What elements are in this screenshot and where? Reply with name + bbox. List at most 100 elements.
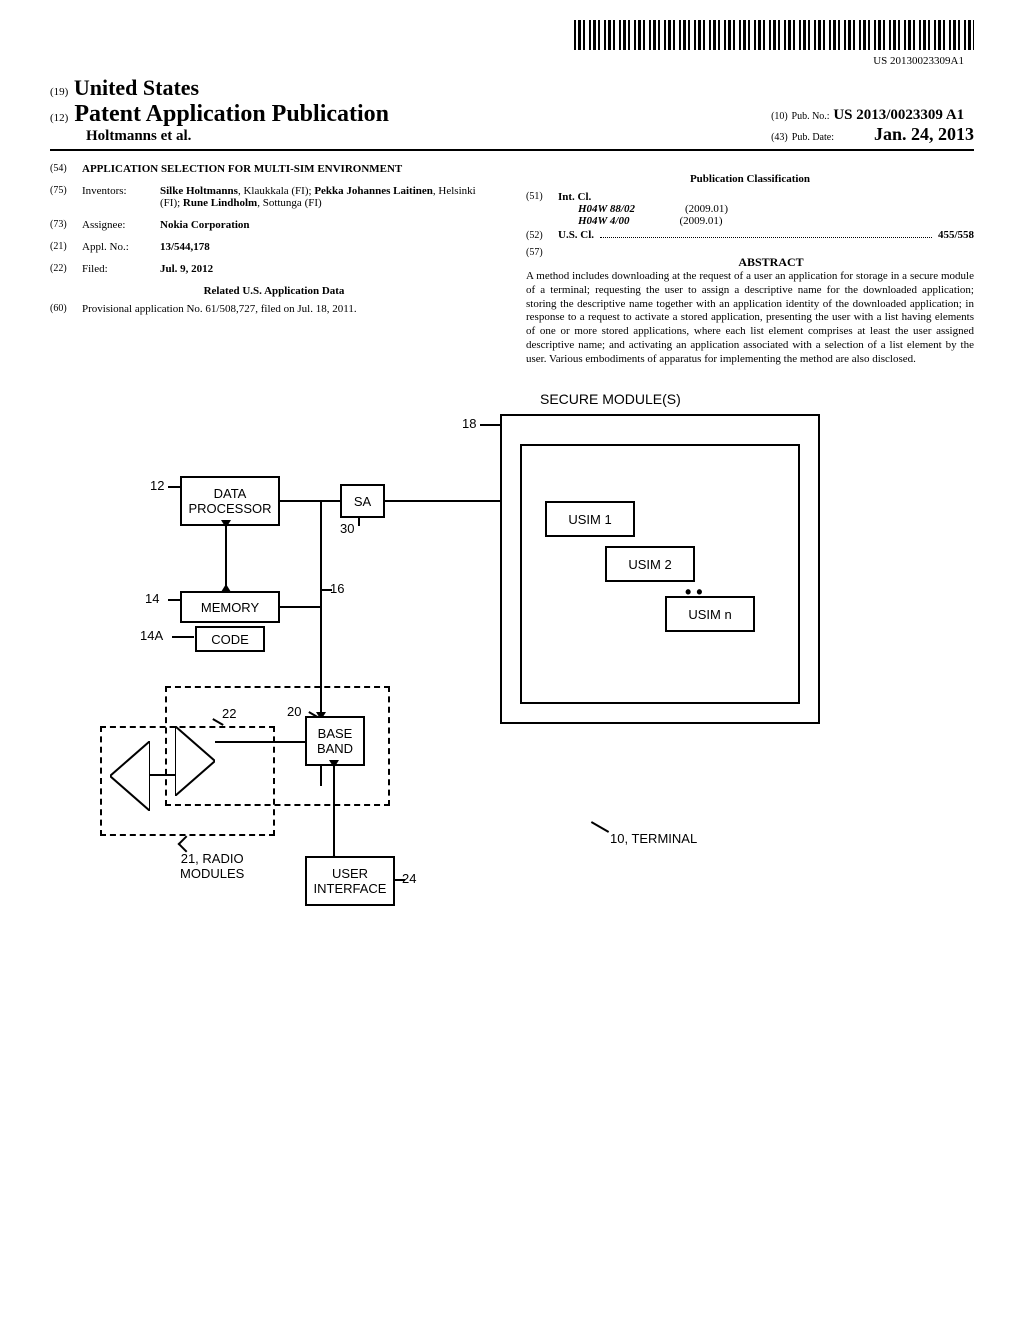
- line-sa-secure: [385, 500, 500, 502]
- country-code: (19): [50, 86, 68, 98]
- antenna-tx-icon: [175, 726, 215, 796]
- body-columns: (54) APPLICATION SELECTION FOR MULTI-SIM…: [50, 163, 974, 366]
- uscl-code: (52): [526, 230, 558, 241]
- pub-type-line: (12) Patent Application Publication: [50, 101, 389, 128]
- pubno-code: (10): [771, 111, 788, 122]
- country: United States: [74, 75, 199, 100]
- abstract-code: (57): [526, 247, 558, 270]
- usim-1-box: USIM 1: [545, 501, 635, 537]
- usim-n-box: USIM n: [665, 596, 755, 632]
- classification-table: (51) Int. Cl. H04W 88/02 (2009.01) H04W …: [526, 191, 974, 241]
- pubno-value: US 2013/0023309 A1: [833, 107, 964, 123]
- ref-12-leader: [168, 486, 180, 488]
- assignee-row: (73) Assignee: Nokia Corporation: [50, 219, 498, 231]
- intcl-1: H04W 88/02: [558, 203, 635, 215]
- intcl-2: H04W 4/00: [558, 215, 629, 227]
- barcode-text: US 20130023309A1: [50, 55, 964, 67]
- secure-module-title: SECURE MODULE(S): [540, 391, 681, 407]
- inventor-1-loc: , Klaukkala (FI);: [238, 185, 314, 197]
- title-row: (54) APPLICATION SELECTION FOR MULTI-SIM…: [50, 163, 498, 175]
- ellipsis-dots: • •: [685, 582, 703, 603]
- inventor-1-name: Silke Holtmanns: [160, 185, 238, 197]
- code-box: CODE: [195, 626, 265, 652]
- header-right: (10) Pub. No.: US 2013/0023309 A1 (43) P…: [771, 107, 974, 145]
- authors-line: Holtmanns et al.: [50, 128, 389, 145]
- applno-code: (21): [50, 241, 82, 253]
- antenna-rx-icon: [110, 741, 150, 811]
- assignee-label: Assignee:: [82, 219, 160, 231]
- title-code: (54): [50, 163, 82, 175]
- memory-box: MEMORY: [180, 591, 280, 623]
- ref-21-radio: 21, RADIO MODULES: [180, 851, 244, 881]
- abstract-heading: ABSTRACT: [568, 255, 974, 270]
- sa-box: SA: [340, 484, 385, 518]
- line-antenna-link: [150, 774, 175, 776]
- pubdate-label: Pub. Date:: [792, 132, 834, 143]
- intcl-code: (51): [526, 191, 558, 203]
- filed-code: (22): [50, 263, 82, 275]
- right-column: Publication Classification (51) Int. Cl.…: [526, 163, 974, 366]
- ref-18: 18: [462, 416, 476, 431]
- pubdate-code: (43): [771, 132, 788, 143]
- inventors-value: Silke Holtmanns, Klaukkala (FI); Pekka J…: [160, 185, 498, 209]
- provisional-row: (60) Provisional application No. 61/508,…: [50, 303, 498, 315]
- left-column: (54) APPLICATION SELECTION FOR MULTI-SIM…: [50, 163, 498, 366]
- ref-18-leader: [480, 424, 500, 426]
- ref-16-leader: [322, 589, 332, 591]
- pubclass-heading: Publication Classification: [526, 173, 974, 185]
- ref-21-leader: [178, 836, 195, 853]
- pubno-line: (10) Pub. No.: US 2013/0023309 A1: [771, 107, 974, 124]
- filed-label: Filed:: [82, 263, 160, 275]
- pubdate-line: (43) Pub. Date: Jan. 24, 2013: [771, 124, 974, 145]
- header-row: (19) United States (12) Patent Applicati…: [50, 75, 974, 151]
- ref-14-leader: [168, 599, 180, 601]
- provisional-text: Provisional application No. 61/508,727, …: [82, 303, 498, 315]
- applno-row: (21) Appl. No.: 13/544,178: [50, 241, 498, 253]
- inventors-label: Inventors:: [82, 185, 160, 209]
- assignee-code: (73): [50, 219, 82, 231]
- ref-16: 16: [330, 581, 344, 596]
- uscl-value: 455/558: [938, 229, 974, 241]
- ref-30: 30: [340, 521, 354, 536]
- inventors-row: (75) Inventors: Silke Holtmanns, Klaukka…: [50, 185, 498, 209]
- ref-22: 22: [222, 706, 236, 721]
- country-line: (19) United States: [50, 75, 389, 101]
- pubdate-value: Jan. 24, 2013: [874, 124, 974, 144]
- applno-value: 13/544,178: [160, 241, 498, 253]
- patent-title: APPLICATION SELECTION FOR MULTI-SIM ENVI…: [82, 163, 498, 175]
- line-proc-sa: [280, 500, 340, 502]
- abstract-text: A method includes downloading at the req…: [526, 270, 974, 366]
- intcl-label: Int. Cl.: [558, 191, 678, 203]
- intcl-1-year: (2009.01): [635, 203, 728, 215]
- assignee-value: Nokia Corporation: [160, 219, 498, 231]
- ref-24-leader: [395, 879, 405, 881]
- provisional-code: (60): [50, 303, 82, 315]
- barcode-area: US 20130023309A1: [50, 20, 974, 67]
- related-heading: Related U.S. Application Data: [50, 285, 498, 297]
- barcode: [574, 20, 974, 50]
- applno-label: Appl. No.:: [82, 241, 160, 253]
- ref-20: 20: [287, 704, 301, 719]
- line-mem-bus: [280, 606, 320, 608]
- inventors-code: (75): [50, 185, 82, 209]
- header-left: (19) United States (12) Patent Applicati…: [50, 75, 389, 145]
- line-proc-mem: [225, 526, 227, 586]
- baseband-box: BASE BAND: [305, 716, 365, 766]
- ref-14: 14: [145, 591, 159, 606]
- ref-14a: 14A: [140, 628, 163, 643]
- uscl-dots: [600, 237, 932, 238]
- uscl-label: U.S. Cl.: [558, 229, 594, 241]
- pub-type-code: (12): [50, 112, 68, 124]
- filed-row: (22) Filed: Jul. 9, 2012: [50, 263, 498, 275]
- inventor-3-loc: , Sottunga (FI): [257, 197, 321, 209]
- inventor-2-name: Pekka Johannes Laitinen: [314, 185, 433, 197]
- inventor-3-name: Rune Lindholm: [183, 197, 257, 209]
- filed-value: Jul. 9, 2012: [160, 263, 498, 275]
- user-interface-box: USER INTERFACE: [305, 856, 395, 906]
- ref-12: 12: [150, 478, 164, 493]
- line-baseband-ui: [333, 766, 335, 856]
- figure: SECURE MODULE(S) 18 USIM 1 USIM 2 USIM n…: [50, 386, 974, 946]
- line-baseband-antenna: [215, 741, 305, 743]
- usim-2-box: USIM 2: [605, 546, 695, 582]
- terminal-leader: [591, 821, 609, 833]
